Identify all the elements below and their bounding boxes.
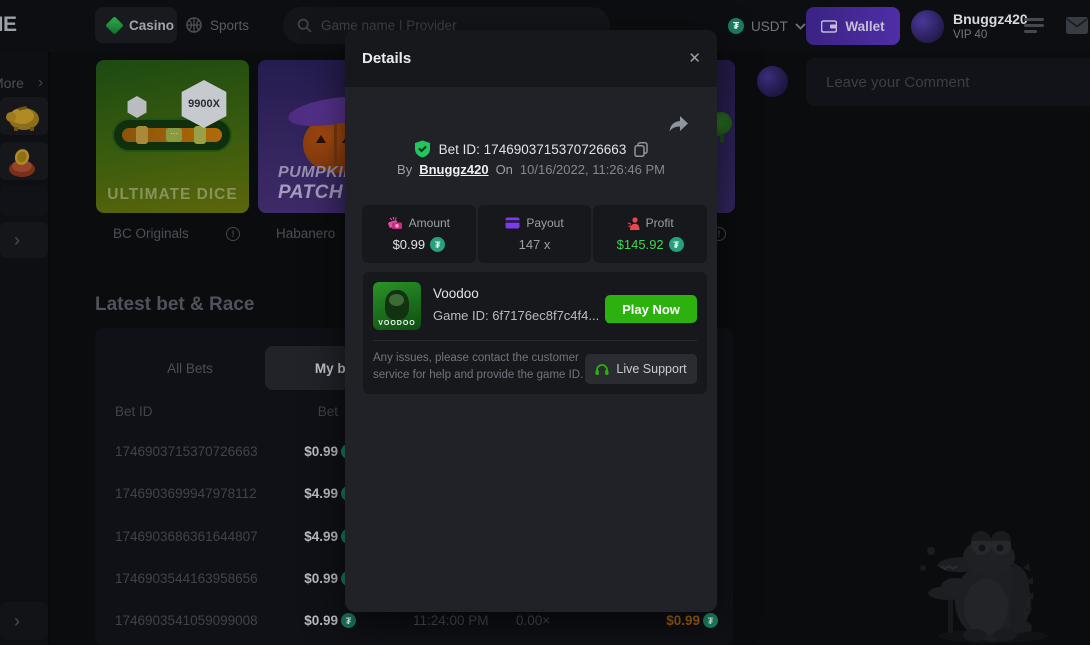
game-id-text: Game ID: 6f7176ec8f7c4f4...	[433, 308, 599, 323]
headset-icon	[595, 363, 609, 376]
by-label: By	[397, 162, 412, 177]
site-logo[interactable]: ME	[0, 13, 17, 37]
on-label: On	[496, 162, 513, 177]
sidebar-more[interactable]: More ›	[0, 74, 43, 92]
tab-all-bets[interactable]: All Bets	[115, 346, 265, 390]
support-text: Any issues, please contact the customer …	[373, 350, 585, 384]
bet-datetime: 10/16/2022, 11:26:46 PM	[520, 162, 665, 177]
search-icon	[297, 18, 312, 33]
divider	[373, 340, 697, 341]
tab-casino-label: Casino	[129, 18, 174, 33]
modal-header: Details ✕	[345, 30, 717, 87]
tether-coin-icon: ₮	[728, 18, 744, 34]
details-modal: Details ✕ Bet ID: 1746903715370726663 By…	[345, 30, 717, 612]
stat-label: Payout	[526, 216, 563, 230]
game-thumbnail[interactable]: VOODOO	[373, 282, 421, 330]
stat-label: Amount	[409, 216, 450, 230]
mail-icon[interactable]	[1066, 17, 1088, 34]
sidebar-expand-top[interactable]: ›	[0, 222, 48, 258]
stat-label: Profit	[646, 216, 674, 230]
stats-row: Amount $0.99 ₮ Payout 147 x	[362, 205, 707, 263]
row-profit: $0.99	[600, 613, 700, 628]
avatar[interactable]	[911, 10, 944, 43]
tab-casino[interactable]: Casino	[95, 7, 177, 43]
more-chevron-icon: ›	[38, 74, 43, 92]
bettor-username-link[interactable]: Bnuggz420	[419, 162, 488, 177]
coin-drop-icon	[0, 142, 44, 178]
game-card-title: ULTIMATE DICE	[96, 186, 249, 204]
verified-shield-icon	[414, 140, 431, 158]
sidebar-expand-bottom[interactable]: ›	[0, 602, 48, 640]
tab-sports-label: Sports	[210, 18, 249, 33]
amount-money-icon	[388, 217, 403, 230]
stat-value: $0.99	[393, 237, 426, 252]
provider-label: Habanero	[276, 226, 335, 241]
game-card-title-line1: PUMPKIN	[278, 164, 355, 182]
close-icon[interactable]: ✕	[688, 49, 701, 67]
game-card-ultimate-dice[interactable]: ⋯ 9900X ULTIMATE DICE	[96, 60, 249, 213]
row-time: 11:24:00 PM	[413, 613, 489, 628]
tether-coin-icon: ₮	[341, 613, 356, 628]
sidebar-item-extra[interactable]	[0, 186, 48, 216]
wallet-label: Wallet	[845, 19, 884, 34]
stat-value: 147 x	[519, 237, 551, 252]
basketball-icon	[186, 17, 202, 33]
casino-diamond-icon	[105, 16, 123, 34]
col-header-bet: Bet	[238, 404, 338, 419]
game-name: Voodoo	[433, 286, 479, 301]
comment-avatar	[757, 66, 788, 97]
bet-id-row: Bet ID: 1746903715370726663	[345, 140, 717, 158]
tab-sports[interactable]: Sports	[186, 7, 249, 43]
tether-coin-icon: ₮	[703, 613, 718, 628]
sidebar-more-label: More	[0, 75, 24, 91]
modal-title: Details	[362, 50, 411, 67]
betslip-icon[interactable]	[1024, 18, 1044, 33]
payout-card-icon	[505, 217, 520, 229]
wallet-icon	[821, 20, 837, 33]
info-icon[interactable]: !	[226, 227, 240, 241]
user-info[interactable]: Bnuggz420 VIP 40	[953, 11, 1028, 41]
currency-selector[interactable]: ₮ USDT	[728, 8, 806, 44]
sidebar-item-piggy[interactable]	[0, 97, 48, 135]
live-support-button[interactable]: Live Support	[585, 354, 697, 384]
chevron-down-icon	[795, 23, 806, 30]
left-sidebar: More › › ›	[0, 52, 50, 645]
bet-id-text: Bet ID: 1746903715370726663	[439, 142, 627, 157]
tether-coin-icon: ₮	[669, 237, 684, 252]
col-header-bet-id: Bet ID	[115, 404, 153, 419]
game-thumb-label: VOODOO	[373, 320, 421, 327]
chevron-right-icon: ›	[14, 611, 20, 632]
comment-placeholder: Leave your Comment	[826, 74, 969, 91]
stat-card-amount: Amount $0.99 ₮	[362, 205, 476, 263]
tether-coin-icon: ₮	[430, 237, 445, 252]
play-now-button[interactable]: Play Now	[605, 295, 697, 323]
sidebar-item-coindrop[interactable]	[0, 142, 48, 180]
game-card-title-line2: PATCH	[278, 182, 343, 204]
piggy-bank-icon	[0, 97, 44, 133]
wallet-button[interactable]: Wallet	[806, 7, 900, 45]
currency-label: USDT	[751, 19, 788, 34]
page: ME Casino Sports Game name | Provider ₮ …	[0, 0, 1090, 645]
stat-card-profit: Profit $145.92 ₮	[593, 205, 707, 263]
stat-value: $145.92	[617, 237, 664, 252]
slider-dots-icon: ⋯	[166, 128, 182, 142]
username: Bnuggz420	[953, 11, 1028, 27]
comment-input[interactable]: Leave your Comment	[806, 58, 1090, 106]
vip-level: VIP 40	[953, 29, 1028, 41]
bet-meta-row: By Bnuggz420 On 10/16/2022, 11:26:46 PM	[345, 162, 717, 177]
row-payout: 0.00×	[516, 613, 550, 628]
stat-card-payout: Payout 147 x	[478, 205, 592, 263]
share-icon[interactable]	[669, 116, 688, 132]
section-title: Latest bet & Race	[95, 294, 254, 316]
copy-icon[interactable]	[634, 142, 648, 157]
crocodile-mascot-illustration	[893, 523, 1090, 645]
table-row[interactable]: 1746903541059099008 $0.99 ₮ 11:24:00 PM …	[95, 613, 733, 629]
profit-person-icon	[627, 217, 640, 230]
chevron-right-icon: ›	[14, 230, 20, 251]
game-panel: VOODOO Voodoo Game ID: 6f7176ec8f7c4f4..…	[363, 272, 707, 394]
provider-label: BC Originals	[113, 226, 189, 241]
